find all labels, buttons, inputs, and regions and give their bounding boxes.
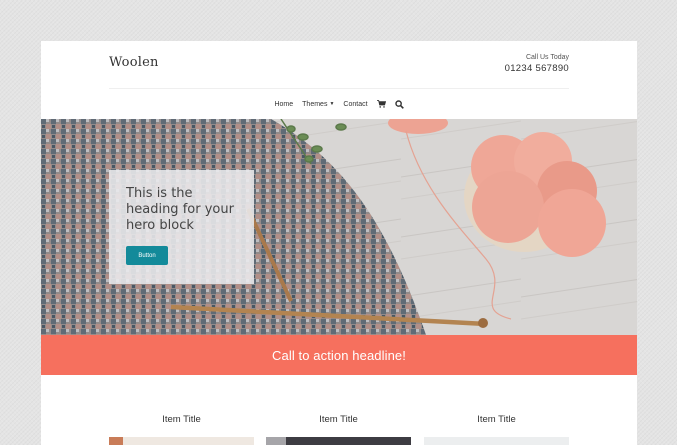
nav-themes-label: Themes [302,100,328,108]
item-image[interactable] [424,437,569,445]
items-row: Item Title Item Title Item Title [109,414,569,445]
main-nav: Home Themes ▼ Contact [41,97,637,111]
hero-heading: This is the heading for your hero block [126,186,234,233]
nav-themes[interactable]: Themes ▼ [302,101,334,108]
contact-block: Call Us Today 01234 567890 [505,54,569,74]
hero-button[interactable]: Button [126,246,168,265]
hero-card: This is the heading for your hero block … [109,170,254,284]
item-image[interactable] [266,437,411,445]
header-divider [109,88,569,89]
nav-home[interactable]: Home [274,101,293,108]
item-title: Item Title [162,414,201,425]
item-image[interactable] [109,437,254,445]
hero-block: This is the heading for your hero block … [41,119,637,335]
item-title: Item Title [319,414,358,425]
item-title: Item Title [477,414,516,425]
page: Woolen Call Us Today 01234 567890 Home T… [41,41,637,445]
cart-icon[interactable] [376,100,386,108]
phone-number[interactable]: 01234 567890 [505,63,569,74]
cta-banner: Call to action headline! [41,335,637,375]
search-icon[interactable] [394,99,404,109]
call-label: Call Us Today [525,54,569,61]
cta-headline[interactable]: Call to action headline! [272,348,406,363]
nav-contact[interactable]: Contact [343,101,367,108]
chevron-down-icon: ▼ [329,100,335,107]
site-logo[interactable]: Woolen [109,55,159,70]
